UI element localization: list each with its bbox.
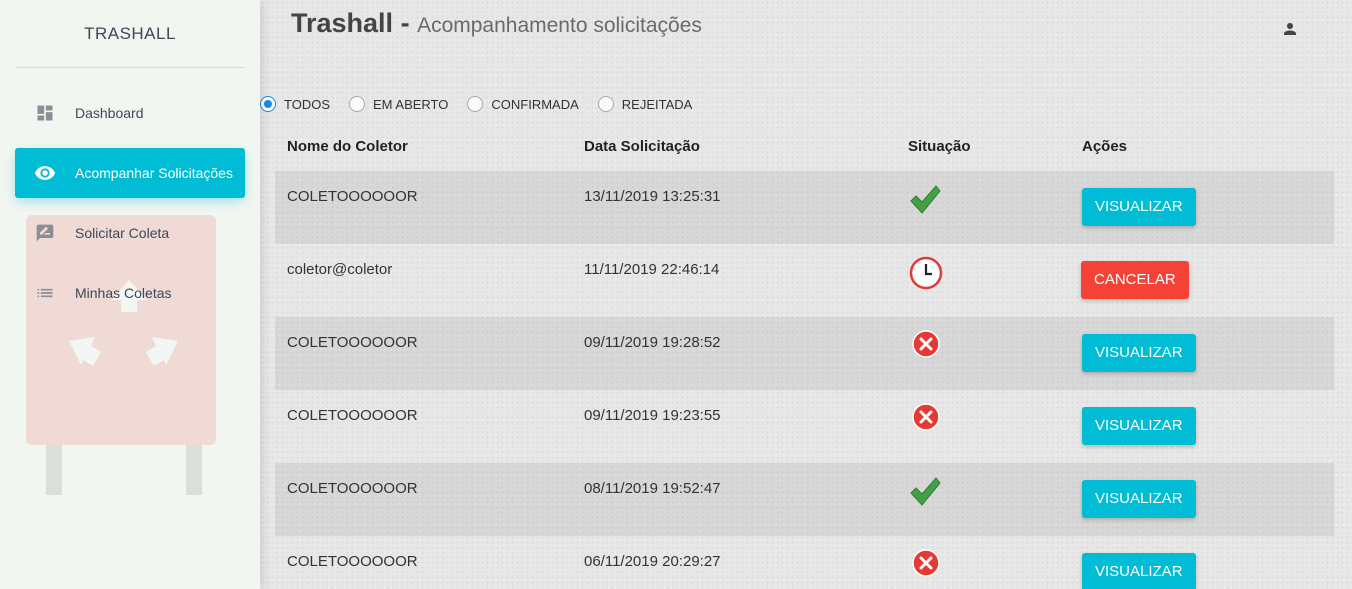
- request-date: 08/11/2019 19:52:47: [584, 480, 721, 497]
- filter-label: REJEITADA: [621, 96, 693, 112]
- request-date: 11/11/2019 22:46:14: [584, 261, 720, 278]
- request-date: 09/11/2019 19:28:52: [584, 334, 721, 351]
- collector-name: COLETOOOOOOR: [287, 407, 418, 424]
- table-row: COLETOOOOOOR 09/11/2019 19:28:52 VISUALI…: [275, 317, 1334, 390]
- column-header-collector: Nome do Coletor: [287, 138, 408, 155]
- collector-name: coletor@coletor: [287, 261, 393, 278]
- sidebar-item-acompanhar-solicitacoes[interactable]: Acompanhar Solicitações: [15, 148, 245, 198]
- table-row: coletor@coletor 11/11/2019 22:46:14 CANC…: [275, 244, 1334, 317]
- rejected-x-icon: [911, 329, 941, 363]
- brand-title: TRASHALL: [15, 0, 245, 68]
- sidebar-item-solicitar-coleta[interactable]: Solicitar Coleta: [15, 208, 245, 258]
- eye-icon: [15, 162, 75, 184]
- view-button[interactable]: VISUALIZAR: [1082, 553, 1196, 589]
- check-icon: [908, 183, 942, 221]
- radio-dot[interactable]: [349, 96, 365, 112]
- sidebar-item-dashboard[interactable]: Dashboard: [15, 88, 245, 138]
- view-button[interactable]: VISUALIZAR: [1082, 407, 1196, 445]
- rate-review-icon: [15, 223, 75, 243]
- radio-dot[interactable]: [597, 96, 614, 112]
- rejected-x-icon: [911, 402, 941, 436]
- sidebar-item-label: Acompanhar Solicitações: [75, 165, 233, 181]
- table-header: Nome do Coletor Data Solicitação Situaçã…: [275, 127, 1334, 171]
- table-row: COLETOOOOOOR 08/11/2019 19:52:47 VISUALI…: [275, 463, 1334, 536]
- filter-label: EM ABERTO: [373, 96, 449, 112]
- filter-label: CONFIRMADA: [491, 96, 579, 112]
- filter-confirmada-radio[interactable]: CONFIRMADA: [467, 96, 579, 112]
- column-header-status: Situação: [908, 138, 971, 155]
- view-button[interactable]: VISUALIZAR: [1082, 188, 1196, 226]
- view-button[interactable]: VISUALIZAR: [1082, 334, 1196, 372]
- filter-todos-radio[interactable]: TODOS: [260, 96, 330, 112]
- dashboard-icon: [15, 103, 75, 123]
- status-filter-group: TODOS EM ABERTO CONFIRMADA REJEITADA: [260, 96, 711, 112]
- view-button[interactable]: VISUALIZAR: [1082, 480, 1196, 518]
- collector-name: COLETOOOOOOR: [287, 188, 418, 205]
- page-title: Trashall - Acompanhamento solicitações: [291, 8, 702, 39]
- cancel-button[interactable]: CANCELAR: [1081, 261, 1189, 299]
- table-row: COLETOOOOOOR 09/11/2019 19:23:55 VISUALI…: [275, 390, 1334, 463]
- sidebar: TRASHALL Dashboard Acompanhar Solicitaçõ…: [0, 0, 260, 589]
- table-row: COLETOOOOOOR 06/11/2019 20:29:27 VISUALI…: [275, 536, 1334, 589]
- person-icon[interactable]: [1281, 20, 1299, 43]
- main-content: Trashall - Acompanhamento solicitações T…: [260, 0, 1352, 589]
- check-icon: [908, 475, 942, 513]
- collector-name: COLETOOOOOOR: [287, 480, 418, 497]
- request-date: 06/11/2019 20:29:27: [584, 553, 721, 570]
- request-date: 13/11/2019 13:25:31: [584, 188, 721, 205]
- clock-icon: [909, 256, 943, 294]
- requests-table: Nome do Coletor Data Solicitação Situaçã…: [275, 127, 1334, 589]
- filter-label: TODOS: [284, 96, 330, 112]
- rejected-x-icon: [911, 548, 941, 582]
- column-header-date: Data Solicitação: [584, 138, 700, 155]
- column-header-actions: Ações: [1082, 138, 1128, 155]
- app-name: Trashall: [291, 8, 394, 38]
- table-row: COLETOOOOOOR 13/11/2019 13:25:31 VISUALI…: [275, 171, 1334, 244]
- list-icon: [15, 283, 75, 303]
- sidebar-item-label: Dashboard: [75, 105, 144, 121]
- request-date: 09/11/2019 19:23:55: [584, 407, 721, 424]
- sidebar-item-label: Minhas Coletas: [75, 285, 172, 301]
- sidebar-item-label: Solicitar Coleta: [75, 225, 170, 241]
- collector-name: COLETOOOOOOR: [287, 553, 418, 570]
- filter-rejeitada-radio[interactable]: REJEITADA: [597, 96, 693, 112]
- radio-dot[interactable]: [467, 96, 484, 112]
- radio-dot[interactable]: [260, 96, 276, 112]
- title-separator: -: [393, 8, 418, 38]
- sidebar-item-minhas-coletas[interactable]: Minhas Coletas: [15, 268, 245, 318]
- collector-name: COLETOOOOOOR: [287, 334, 418, 351]
- page-subtitle: Acompanhamento solicitações: [417, 14, 702, 37]
- filter-em-aberto-radio[interactable]: EM ABERTO: [349, 96, 448, 112]
